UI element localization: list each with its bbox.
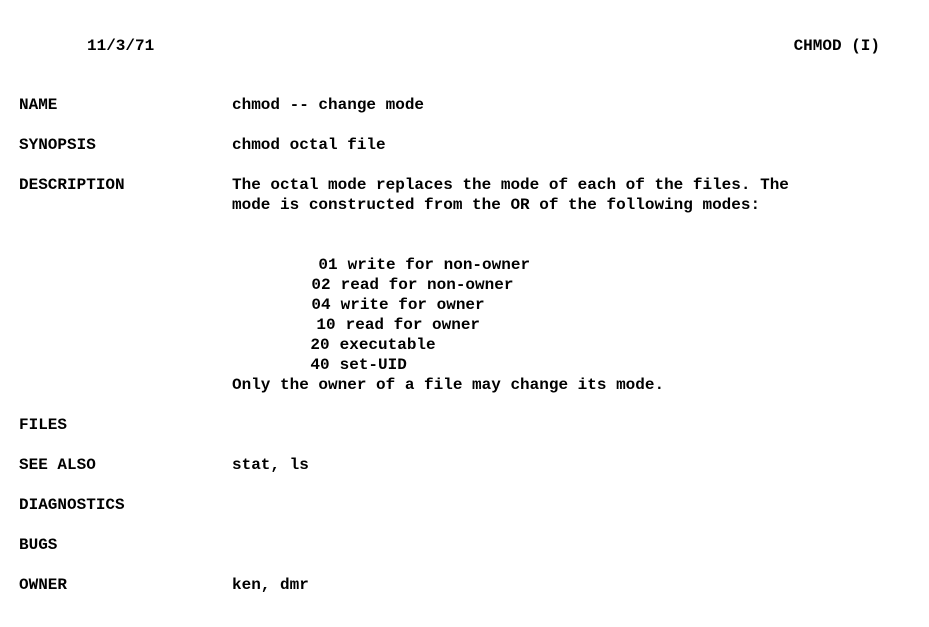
description-closing: Only the owner of a file may change its … [232,376,665,394]
section-text-name: chmod -- change mode [232,96,425,114]
description-line-1: The octal mode replaces the mode of each… [232,176,789,194]
page-title: CHMOD (I) [793,37,880,55]
section-label-bugs: BUGS [19,536,58,554]
section-label-owner: OWNER [19,576,68,594]
section-text-owner: ken, dmr [232,576,309,594]
description-line-2: mode is constructed from the OR of the f… [232,196,761,214]
mode-desc: set-UID [339,356,407,374]
section-label-see-also: SEE ALSO [19,456,96,474]
section-label-name: NAME [19,96,58,114]
section-label-diagnostics: DIAGNOSTICS [19,496,125,514]
section-label-description: DESCRIPTION [19,176,125,194]
section-label-synopsis: SYNOPSIS [19,136,96,154]
mode-code: 40 [310,356,330,374]
section-text-synopsis: chmod octal file [232,136,386,154]
section-label-files: FILES [19,416,68,434]
section-text-see-also: stat, ls [232,456,309,474]
page-date: 11/3/71 [87,37,155,55]
man-page: 11/3/71 CHMOD (I) NAME chmod -- change m… [0,0,929,627]
